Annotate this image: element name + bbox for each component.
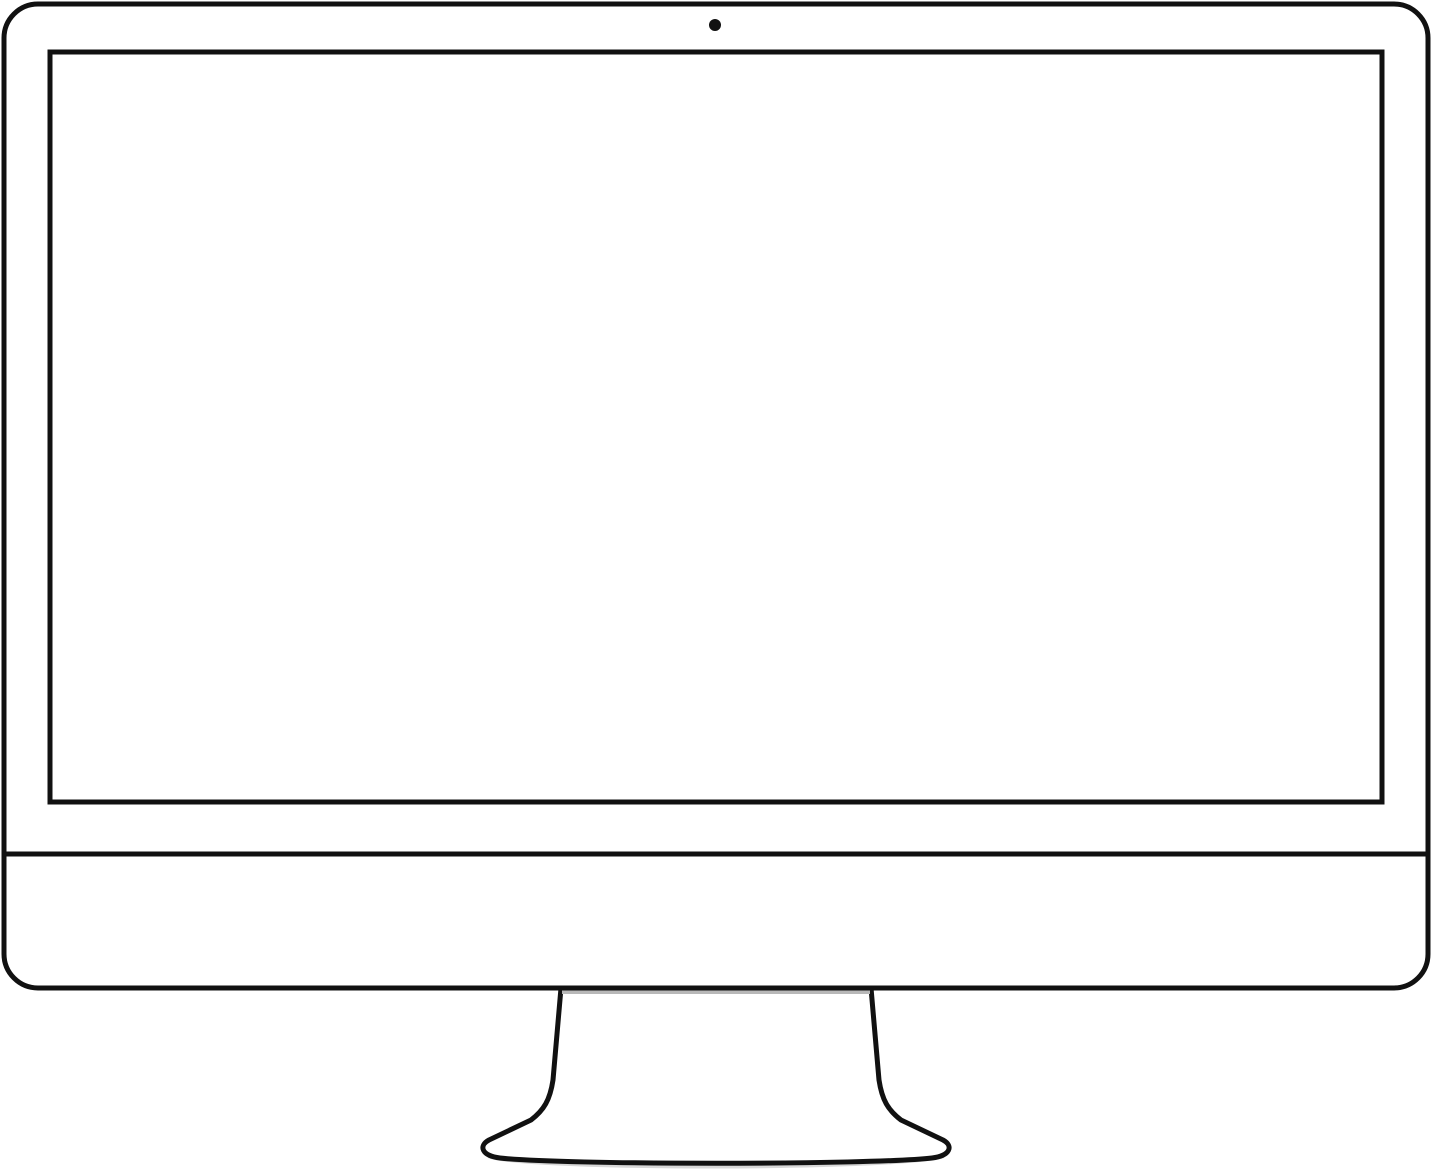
stand-neck-and-base: [480, 985, 952, 1166]
screen: [47, 49, 1385, 805]
monitor-icon: [1, 1, 1431, 1169]
monitor-illustration: [0, 0, 1432, 1171]
stand-icon: [480, 985, 952, 1169]
webcam-icon: [709, 19, 721, 31]
